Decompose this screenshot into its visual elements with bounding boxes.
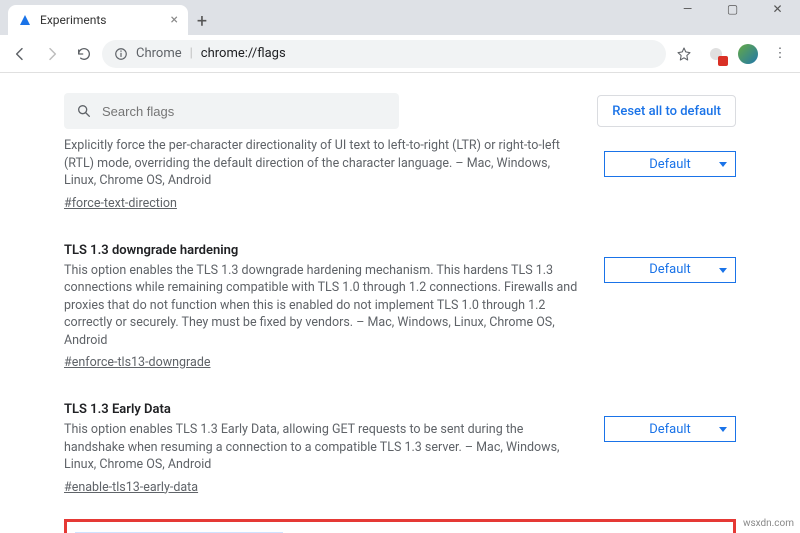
flag-hash-link[interactable]: #enable-tls13-early-data (64, 480, 198, 495)
close-window-button[interactable]: ✕ (755, 0, 800, 23)
back-button[interactable] (6, 40, 34, 68)
search-input[interactable] (102, 104, 387, 119)
flag-item: Explicitly force the per-character direc… (64, 137, 736, 225)
flags-header-row: Reset all to default (64, 93, 736, 129)
new-tab-button[interactable]: + (188, 7, 216, 35)
flag-title: TLS 1.3 Early Data (64, 402, 584, 417)
window-controls: — ▢ ✕ (665, 0, 800, 23)
watermark: wsxdn.com (743, 518, 794, 529)
flag-hash-link[interactable]: #force-text-direction (64, 196, 177, 211)
flag-item: TLS 1.3 downgrade hardening This option … (64, 231, 736, 385)
star-icon[interactable] (670, 40, 698, 68)
maximize-button[interactable]: ▢ (710, 0, 755, 23)
flag-dropdown[interactable]: Default (604, 257, 736, 283)
omni-prefix: Chrome (136, 46, 182, 61)
address-bar[interactable]: Chrome | chrome://flags (102, 40, 666, 68)
extension-icon[interactable] (702, 40, 730, 68)
omni-separator: | (190, 46, 193, 61)
avatar-icon (738, 44, 758, 64)
highlighted-flag-box: Force Dark Mode for Web Contents Automat… (64, 519, 736, 533)
flag-description: This option enables the TLS 1.3 downgrad… (64, 262, 584, 350)
close-tab-icon[interactable]: × (171, 12, 178, 28)
menu-button[interactable]: ⋮ (766, 40, 794, 68)
flag-item: TLS 1.3 Early Data This option enables T… (64, 390, 736, 509)
browser-tab[interactable]: Experiments × (8, 5, 188, 35)
tab-strip: Experiments × + — ▢ ✕ (0, 0, 800, 35)
page-content: Reset all to default Explicitly force th… (0, 73, 800, 533)
info-icon (114, 47, 128, 61)
extension-badge (718, 56, 728, 66)
flask-icon (18, 13, 32, 27)
reload-button[interactable] (70, 40, 98, 68)
tab-title: Experiments (40, 13, 107, 27)
omni-url: chrome://flags (201, 46, 286, 61)
reset-all-button[interactable]: Reset all to default (597, 95, 736, 127)
flag-dropdown[interactable]: Default (604, 151, 736, 177)
flag-hash-link[interactable]: #enforce-tls13-downgrade (64, 355, 211, 370)
search-icon (76, 103, 92, 119)
minimize-button[interactable]: — (665, 0, 710, 23)
profile-avatar[interactable] (734, 40, 762, 68)
flag-dropdown[interactable]: Default (604, 416, 736, 442)
flag-description: Explicitly force the per-character direc… (64, 137, 584, 190)
browser-toolbar: Chrome | chrome://flags ⋮ (0, 35, 800, 73)
flag-description: This option enables TLS 1.3 Early Data, … (64, 421, 584, 474)
forward-button[interactable] (38, 40, 66, 68)
search-flags[interactable] (64, 93, 399, 129)
flag-title: TLS 1.3 downgrade hardening (64, 243, 584, 258)
flag-item: Force Dark Mode for Web Contents Automat… (75, 528, 725, 533)
